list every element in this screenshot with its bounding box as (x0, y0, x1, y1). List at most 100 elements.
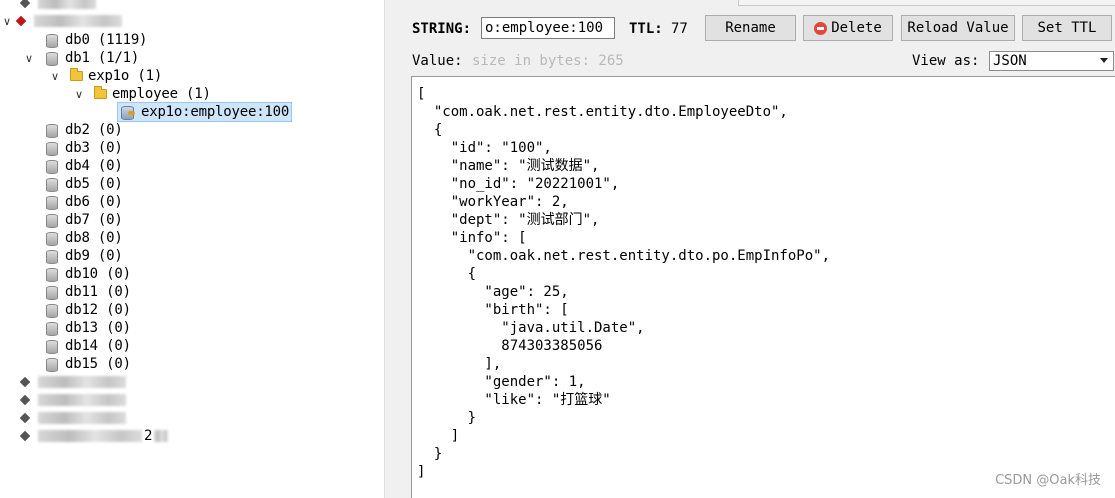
database-icon (44, 51, 58, 66)
db-node-db10[interactable]: db10 (0) (44, 265, 131, 283)
database-icon (44, 321, 58, 336)
value-size-info: size in bytes: 265 (472, 53, 624, 69)
rename-button-label: Rename (725, 20, 776, 36)
database-icon (44, 177, 58, 192)
delete-button[interactable]: Delete (803, 15, 893, 41)
tab-strip-edge (738, 0, 1115, 6)
key-icon (120, 105, 136, 120)
db-label: db7 (0) (65, 212, 123, 228)
database-icon (44, 141, 58, 156)
key-value-panel: STRING: o:employee:100 TTL: 77 Rename De… (400, 0, 1115, 498)
db-node-db6[interactable]: db6 (0) (44, 193, 123, 211)
key-name-field[interactable]: o:employee:100 (481, 17, 615, 39)
database-icon (44, 357, 58, 372)
redis-server-icon (18, 0, 32, 9)
server-name-suffix: 2 (144, 428, 153, 444)
db-label: db5 (0) (65, 176, 123, 192)
database-icon (44, 339, 58, 354)
key-type-label: STRING: (412, 21, 472, 37)
key-node-selected[interactable]: exp1o:employee:100 (116, 102, 293, 122)
chevron-down-icon[interactable]: ∨ (22, 52, 36, 65)
folder-label: employee (1) (112, 86, 211, 102)
database-icon (44, 213, 58, 228)
chevron-down-icon[interactable]: ∨ (0, 15, 14, 28)
redacted-server-name (34, 15, 122, 27)
redis-server-icon (18, 394, 32, 406)
redacted-server-name (38, 412, 126, 424)
value-json-text[interactable]: [ "com.oak.net.rest.entity.dto.EmployeeD… (417, 85, 830, 481)
db-node-db2[interactable]: db2 (0) (44, 121, 123, 139)
db-label: db4 (0) (65, 158, 123, 174)
db-node-db15[interactable]: db15 (0) (44, 355, 131, 373)
db-label: db15 (0) (65, 356, 131, 372)
db-node-db7[interactable]: db7 (0) (44, 211, 123, 229)
folder-node-exp1o[interactable]: ∨ exp1o (1) (48, 67, 162, 85)
db-label: db1 (1/1) (65, 50, 140, 66)
redacted-server-name (38, 376, 126, 388)
server-node-3[interactable] (4, 373, 126, 391)
database-icon (44, 195, 58, 210)
dropdown-arrow-icon (1100, 58, 1108, 63)
folder-label: exp1o (1) (88, 68, 163, 84)
redacted-server-name (38, 394, 126, 406)
db-node-db11[interactable]: db11 (0) (44, 283, 131, 301)
reload-button-label: Reload Value (907, 20, 1009, 36)
server-node-5[interactable] (4, 409, 126, 427)
folder-node-employee[interactable]: ∨ employee (1) (72, 85, 211, 103)
database-icon (44, 159, 58, 174)
server-node-6[interactable]: 2 (4, 427, 169, 445)
reload-value-button[interactable]: Reload Value (901, 15, 1015, 41)
rename-button[interactable]: Rename (705, 15, 796, 41)
redacted-server-name (38, 0, 96, 9)
db-node-db8[interactable]: db8 (0) (44, 229, 123, 247)
server-node-2[interactable]: ∨ (0, 12, 122, 30)
db-node-db13[interactable]: db13 (0) (44, 319, 131, 337)
set-ttl-button[interactable]: Set TTL (1022, 15, 1112, 41)
db-label: db10 (0) (65, 266, 131, 282)
db-node-db1[interactable]: ∨ db1 (1/1) (22, 49, 139, 67)
chevron-down-icon[interactable]: ∨ (72, 88, 86, 101)
db-label: db6 (0) (65, 194, 123, 210)
panel-splitter[interactable] (384, 0, 400, 498)
chevron-down-icon[interactable]: ∨ (48, 70, 62, 83)
ttl-label: TTL: (629, 21, 663, 37)
value-label: Value: (412, 53, 463, 69)
database-icon (44, 231, 58, 246)
db-node-db5[interactable]: db5 (0) (44, 175, 123, 193)
redacted-server-name (38, 430, 142, 442)
db-label: db8 (0) (65, 230, 123, 246)
delete-icon (814, 21, 828, 35)
db-label: db0 (1119) (65, 32, 148, 48)
db-label: db14 (0) (65, 338, 131, 354)
server-node-4[interactable] (4, 391, 126, 409)
db-label: db2 (0) (65, 122, 123, 138)
ttl-value: 77 (671, 21, 688, 37)
server-node-1[interactable] (4, 0, 96, 12)
key-label: exp1o:employee:100 (141, 104, 290, 120)
db-node-db14[interactable]: db14 (0) (44, 337, 131, 355)
view-as-selected-value: JSON (993, 53, 1027, 69)
database-icon (44, 267, 58, 282)
redis-server-connected-icon (14, 15, 28, 27)
db-label: db12 (0) (65, 302, 131, 318)
redis-server-icon (18, 412, 32, 424)
db-label: db9 (0) (65, 248, 123, 264)
database-icon (44, 33, 58, 48)
value-editor[interactable]: [ "com.oak.net.rest.entity.dto.EmployeeD… (411, 76, 1115, 498)
db-node-db9[interactable]: db9 (0) (44, 247, 123, 265)
database-icon (44, 123, 58, 138)
redis-server-icon (18, 376, 32, 388)
db-label: db13 (0) (65, 320, 131, 336)
set-ttl-button-label: Set TTL (1037, 20, 1097, 36)
delete-button-label: Delete (831, 20, 882, 36)
database-icon (44, 303, 58, 318)
view-as-label: View as: (912, 53, 980, 69)
db-node-db4[interactable]: db4 (0) (44, 157, 123, 175)
db-node-db0[interactable]: db0 (1119) (44, 31, 147, 49)
db-label: db3 (0) (65, 140, 123, 156)
view-as-dropdown[interactable]: JSON (989, 51, 1114, 71)
folder-icon (94, 86, 107, 99)
folder-icon (70, 68, 83, 81)
db-node-db3[interactable]: db3 (0) (44, 139, 123, 157)
db-node-db12[interactable]: db12 (0) (44, 301, 131, 319)
